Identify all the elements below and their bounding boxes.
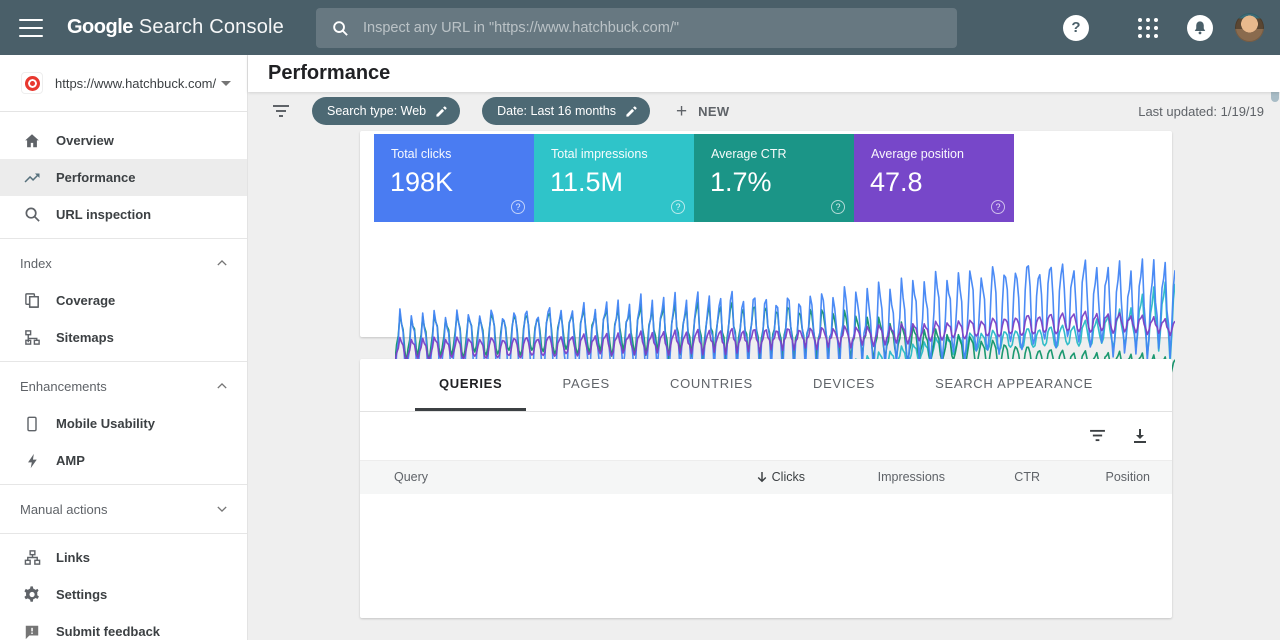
sidebar-item-settings[interactable]: Settings <box>0 576 247 613</box>
lightning-bolt-icon <box>23 452 41 470</box>
apps-grid-icon[interactable] <box>1135 15 1161 41</box>
column-header-ctr[interactable]: CTR <box>945 470 1040 484</box>
property-url: https://www.hatchbuck.com/ <box>55 76 216 91</box>
coverage-pages-icon <box>23 292 41 310</box>
section-manual-actions[interactable]: Manual actions <box>0 490 247 528</box>
tab-countries[interactable]: COUNTRIES <box>646 359 777 411</box>
search-type-chip[interactable]: Search type: Web <box>312 97 460 125</box>
performance-chart-card: Total clicks 198K ? Total impressions 11… <box>360 131 1172 337</box>
tab-pages[interactable]: PAGES <box>539 359 634 411</box>
brand-google: Google <box>67 16 133 38</box>
property-selector[interactable]: https://www.hatchbuck.com/ <box>0 55 247 112</box>
top-app-bar: Google Search Console ? <box>0 0 1280 55</box>
feedback-icon <box>23 623 41 640</box>
title-bar: Performance <box>248 55 1280 92</box>
sidebar-item-mobile-usability[interactable]: Mobile Usability <box>0 405 247 442</box>
filter-bar: Search type: Web Date: Last 16 months + … <box>248 92 1280 131</box>
metric-cards: Total clicks 198K ? Total impressions 11… <box>374 134 1014 222</box>
download-icon[interactable] <box>1132 428 1148 444</box>
dimension-table-card: QUERIES PAGES COUNTRIES DEVICES SEARCH A… <box>360 359 1172 618</box>
help-icon[interactable]: ? <box>511 200 525 214</box>
sidebar-item-overview[interactable]: Overview <box>0 122 247 159</box>
tab-search-appearance[interactable]: SEARCH APPEARANCE <box>911 359 1117 411</box>
help-icon[interactable]: ? <box>671 200 685 214</box>
tab-queries[interactable]: QUERIES <box>415 359 526 411</box>
sidebar: https://www.hatchbuck.com/ Overview Perf… <box>0 55 248 640</box>
brand-search-console: Search Console <box>139 16 284 38</box>
help-icon[interactable]: ? <box>831 200 845 214</box>
divider <box>0 361 247 362</box>
main-content: Performance Search type: Web Date: Last … <box>248 55 1280 640</box>
last-updated-label: Last updated: 1/19/19 <box>1138 104 1264 119</box>
chevron-down-icon <box>217 504 227 514</box>
gear-icon <box>23 586 41 604</box>
page-title: Performance <box>268 62 390 85</box>
section-index[interactable]: Index <box>0 244 247 282</box>
help-icon[interactable]: ? <box>991 200 1005 214</box>
sidebar-nav: Overview Performance URL inspection Inde… <box>0 112 247 640</box>
table-toolbar <box>360 412 1172 460</box>
divider <box>0 238 247 239</box>
search-icon <box>332 20 349 37</box>
column-header-impressions[interactable]: Impressions <box>805 470 945 484</box>
page-scrollbar[interactable] <box>1271 56 1279 639</box>
metric-average-ctr[interactable]: Average CTR 1.7% ? <box>694 134 854 222</box>
column-header-clicks[interactable]: Clicks <box>665 470 805 484</box>
home-icon <box>23 132 41 150</box>
sidebar-item-sitemaps[interactable]: Sitemaps <box>0 319 247 356</box>
menu-icon[interactable] <box>19 19 43 37</box>
sort-desc-icon <box>757 472 767 483</box>
date-range-chip[interactable]: Date: Last 16 months <box>482 97 650 125</box>
sidebar-item-url-inspection[interactable]: URL inspection <box>0 196 247 233</box>
topbar-actions: ? <box>1063 0 1280 55</box>
sidebar-item-coverage[interactable]: Coverage <box>0 282 247 319</box>
new-filter-button[interactable]: + NEW <box>676 102 730 121</box>
sitemaps-tree-icon <box>23 329 41 347</box>
tab-devices[interactable]: DEVICES <box>789 359 899 411</box>
sidebar-item-amp[interactable]: AMP <box>0 442 247 479</box>
column-header-position[interactable]: Position <box>1040 470 1150 484</box>
dimension-tabs: QUERIES PAGES COUNTRIES DEVICES SEARCH A… <box>360 359 1172 412</box>
url-inspect-input[interactable] <box>363 20 957 36</box>
table-header-row: Query Clicks Impressions CTR Position <box>360 460 1172 494</box>
metric-total-clicks[interactable]: Total clicks 198K ? <box>374 134 534 222</box>
divider <box>0 484 247 485</box>
app-logo[interactable]: Google Search Console <box>67 16 284 39</box>
links-tree-icon <box>23 549 41 567</box>
pencil-edit-icon <box>435 105 448 118</box>
divider <box>0 533 247 534</box>
metric-total-impressions[interactable]: Total impressions 11.5M ? <box>534 134 694 222</box>
user-avatar[interactable] <box>1235 13 1264 42</box>
chevron-up-icon <box>217 258 227 268</box>
notifications-bell-icon[interactable] <box>1187 15 1213 41</box>
sidebar-item-performance[interactable]: Performance <box>0 159 247 196</box>
performance-icon <box>23 169 41 187</box>
help-icon[interactable]: ? <box>1063 15 1089 41</box>
filter-funnel-icon[interactable] <box>272 104 290 118</box>
plus-icon: + <box>676 102 687 121</box>
sidebar-item-submit-feedback[interactable]: Submit feedback <box>0 613 247 640</box>
column-header-query[interactable]: Query <box>360 470 665 484</box>
pencil-edit-icon <box>625 105 638 118</box>
sidebar-item-links[interactable]: Links <box>0 539 247 576</box>
caret-down-icon <box>221 81 231 86</box>
url-inspect-searchbar[interactable] <box>316 8 957 48</box>
mobile-phone-icon <box>23 415 41 433</box>
site-favicon <box>21 72 43 94</box>
section-enhancements[interactable]: Enhancements <box>0 367 247 405</box>
search-icon <box>23 206 41 224</box>
chevron-up-icon <box>217 381 227 391</box>
table-filter-icon[interactable] <box>1089 429 1106 442</box>
metric-average-position[interactable]: Average position 47.8 ? <box>854 134 1014 222</box>
